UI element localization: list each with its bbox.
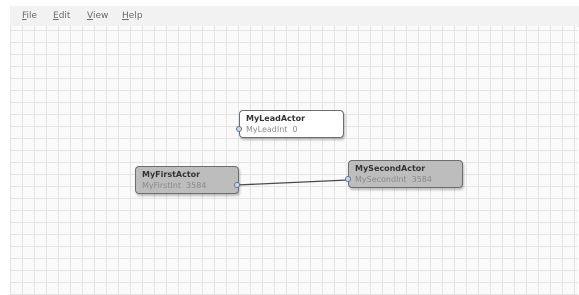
menu-edit[interactable]: Edit xyxy=(53,10,70,22)
property-value: 3584 xyxy=(186,181,207,190)
node-property: MyFirstInt 3584 xyxy=(142,181,206,191)
menu-file[interactable]: File xyxy=(22,10,37,22)
property-value: 0 xyxy=(292,125,298,134)
graph-canvas[interactable] xyxy=(10,26,578,295)
property-name: MyFirstInt xyxy=(142,181,182,190)
app-window: File Edit View Help MyLeadActor MyLeadIn… xyxy=(0,0,579,295)
node-my-first-actor[interactable]: MyFirstActor MyFirstInt 3584 xyxy=(135,166,239,194)
property-value: 3584 xyxy=(411,175,433,184)
node-my-second-actor[interactable]: MySecondActor MySecondInt 3584 xyxy=(348,160,463,188)
menu-bar: File Edit View Help xyxy=(10,6,579,27)
node-my-lead-actor[interactable]: MyLeadActor MyLeadInt 0 xyxy=(239,110,344,138)
output-port[interactable] xyxy=(234,182,240,188)
input-port[interactable] xyxy=(236,126,242,132)
node-title: MySecondActor xyxy=(355,164,426,173)
node-title: MyFirstActor xyxy=(142,170,201,179)
property-name: MyLeadInt xyxy=(246,125,288,134)
menu-view[interactable]: View xyxy=(87,10,108,22)
menu-help[interactable]: Help xyxy=(122,10,143,22)
property-name: MySecondInt xyxy=(355,175,407,184)
node-title: MyLeadActor xyxy=(246,114,306,123)
node-property: MyLeadInt 0 xyxy=(246,125,298,135)
node-property: MySecondInt 3584 xyxy=(355,175,432,185)
input-port[interactable] xyxy=(345,176,351,182)
